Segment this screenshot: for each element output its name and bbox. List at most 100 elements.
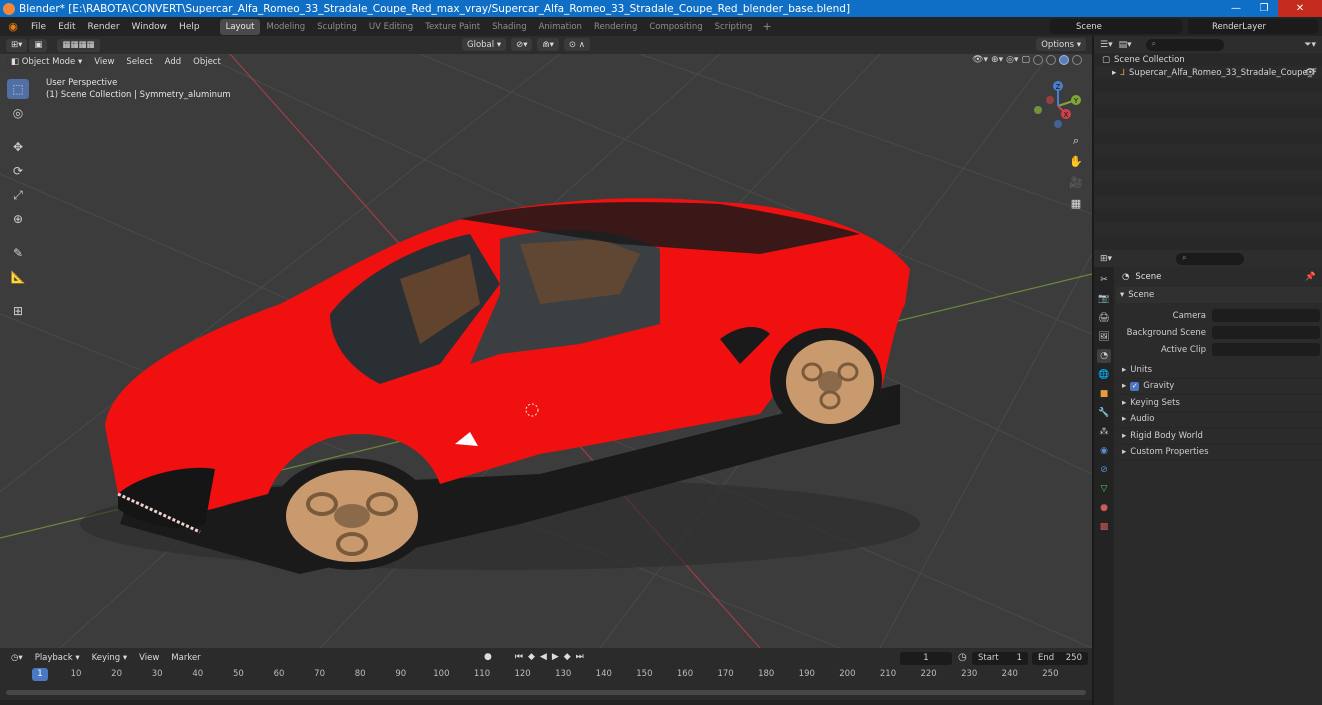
tab-uv-editing[interactable]: UV Editing	[363, 19, 419, 35]
menu-edit[interactable]: Edit	[52, 22, 81, 32]
rotate-tool-icon[interactable]: ⟳	[7, 161, 29, 181]
maximize-button[interactable]: ❐	[1250, 0, 1278, 17]
visibility-eye-icon[interactable]: 👁	[1305, 68, 1316, 78]
frame-ruler[interactable]: 10 20 30 40 50 60 70 80 90 100 110 120 130 140 150 160 1…	[0, 668, 1092, 682]
tab-shading[interactable]: Shading	[486, 19, 533, 35]
menu-select[interactable]: Select	[121, 56, 157, 69]
car-model[interactable]	[0, 54, 1092, 648]
camera-field[interactable]	[1212, 309, 1320, 322]
material-shading-icon[interactable]	[1059, 55, 1069, 65]
keying-sets-panel[interactable]: ▸ Keying Sets	[1116, 395, 1322, 412]
tab-modeling[interactable]: Modeling	[260, 19, 311, 35]
rigid-body-world-panel[interactable]: ▸ Rigid Body World	[1116, 428, 1322, 445]
measure-tool-icon[interactable]: 📐	[7, 267, 29, 287]
move-tool-icon[interactable]: ✥	[7, 137, 29, 157]
prev-keyframe-icon[interactable]: ◆	[528, 652, 535, 662]
transform-tool-icon[interactable]: ⊕	[7, 209, 29, 229]
menu-help[interactable]: Help	[173, 22, 206, 32]
units-panel[interactable]: ▸ Units	[1116, 362, 1322, 379]
minimize-button[interactable]: —	[1222, 0, 1250, 17]
tab-scripting[interactable]: Scripting	[709, 19, 759, 35]
object-tab-icon[interactable]: ■	[1097, 387, 1111, 401]
solid-shading-icon[interactable]	[1046, 55, 1056, 65]
play-icon[interactable]: ▶	[552, 652, 559, 662]
tab-animation[interactable]: Animation	[533, 19, 588, 35]
timeline-scrollbar[interactable]	[6, 690, 1086, 695]
world-tab-icon[interactable]: 🌐	[1097, 368, 1111, 382]
wireframe-shading-icon[interactable]	[1033, 55, 1043, 65]
gravity-panel[interactable]: ▸ ✓ Gravity	[1116, 379, 1322, 395]
navigation-gizmo[interactable]: Y Z X	[1030, 80, 1086, 132]
menu-keying[interactable]: Keying ▾	[87, 652, 133, 665]
pin-icon[interactable]: 📌	[1305, 272, 1316, 282]
camera-view-icon[interactable]: 🎥	[1067, 176, 1085, 191]
properties-editor-icon[interactable]: ⊞▾	[1100, 254, 1112, 264]
tool-tab-icon[interactable]: ✂	[1097, 273, 1111, 287]
visibility-icon[interactable]: 👁▾	[972, 55, 988, 65]
particles-tab-icon[interactable]: ⁂	[1097, 425, 1111, 439]
physics-tab-icon[interactable]: ◉	[1097, 444, 1111, 458]
overlay-icon[interactable]: ◎▾	[1006, 55, 1018, 65]
pan-hand-icon[interactable]: ✋	[1067, 155, 1085, 170]
menu-file[interactable]: File	[25, 22, 52, 32]
end-frame-field[interactable]: End 250	[1032, 652, 1088, 665]
output-tab-icon[interactable]: 🖨	[1097, 311, 1111, 325]
xray-icon[interactable]: ▢	[1021, 55, 1030, 65]
menu-window[interactable]: Window	[126, 22, 174, 32]
close-button[interactable]: ✕	[1278, 0, 1322, 17]
transform-orientation-dropdown[interactable]: Global ▾	[462, 38, 507, 51]
gizmo-icon[interactable]: ⊕▾	[991, 55, 1003, 65]
tab-layout[interactable]: Layout	[219, 18, 261, 35]
selection-modes-icon[interactable]: ▦▦▦▦	[57, 38, 100, 52]
next-keyframe-icon[interactable]: ◆	[564, 652, 571, 662]
view-layer-tab-icon[interactable]: 🖼	[1097, 330, 1111, 344]
pivot-point-icon[interactable]: ⊘▾	[511, 38, 533, 51]
texture-tab-icon[interactable]: ▩	[1097, 520, 1111, 534]
start-frame-field[interactable]: Start 1	[972, 652, 1028, 665]
menu-render[interactable]: Render	[82, 22, 126, 32]
scene-selector[interactable]: Scene	[1050, 19, 1182, 34]
data-tab-icon[interactable]: ▽	[1097, 482, 1111, 496]
mode-dropdown[interactable]: ◧ Object Mode ▾	[6, 55, 88, 69]
editor-type-icon[interactable]: ⊞▾	[6, 38, 28, 52]
current-frame-marker[interactable]: 1	[32, 668, 48, 681]
proportional-edit-icon[interactable]: ⊙ ∧	[563, 38, 590, 51]
tab-sculpting[interactable]: Sculpting	[311, 19, 363, 35]
gravity-checkbox[interactable]: ✓	[1130, 381, 1140, 391]
annotate-tool-icon[interactable]: ✎	[7, 243, 29, 263]
jump-start-icon[interactable]: ⏮	[515, 652, 523, 662]
render-tab-icon[interactable]: 📷	[1097, 292, 1111, 306]
constraints-tab-icon[interactable]: ⊘	[1097, 463, 1111, 477]
modifier-tab-icon[interactable]: 🔧	[1097, 406, 1111, 420]
jump-end-icon[interactable]: ⏭	[576, 652, 584, 662]
audio-panel[interactable]: ▸ Audio	[1116, 412, 1322, 428]
menu-add[interactable]: Add	[160, 56, 186, 69]
outliner-editor-icon[interactable]: ☰▾	[1100, 40, 1113, 50]
add-cube-tool-icon[interactable]: ⊞	[7, 301, 29, 321]
outliner-scene-collection[interactable]: ▢ Scene Collection	[1094, 53, 1322, 66]
3d-viewport[interactable]	[0, 54, 1092, 648]
scale-tool-icon[interactable]: ⤢	[7, 185, 29, 205]
expand-chevron-icon[interactable]: ▸	[1112, 68, 1116, 78]
timeline-editor-icon[interactable]: ◷▾	[6, 652, 28, 665]
rendered-shading-icon[interactable]	[1072, 55, 1082, 65]
play-reverse-icon[interactable]: ◀	[540, 652, 547, 662]
select-mode-icon[interactable]: ▣	[29, 38, 48, 52]
clock-icon[interactable]: ◷	[958, 652, 967, 663]
tab-texture-paint[interactable]: Texture Paint	[419, 19, 486, 35]
menu-playback[interactable]: Playback ▾	[30, 652, 85, 665]
blender-logo-icon[interactable]: ◉	[6, 20, 20, 34]
material-tab-icon[interactable]: ●	[1097, 501, 1111, 515]
filter-icon[interactable]: ⏷▾	[1304, 40, 1316, 50]
background-scene-field[interactable]	[1212, 326, 1320, 339]
add-workspace-icon[interactable]: +	[762, 20, 771, 33]
current-frame-field[interactable]: 1	[900, 652, 952, 665]
ortho-grid-icon[interactable]: ▦	[1067, 197, 1085, 212]
scene-tab-icon[interactable]: ◔	[1097, 349, 1111, 363]
record-icon[interactable]: ●	[484, 652, 492, 662]
active-clip-field[interactable]	[1212, 343, 1320, 356]
menu-timeline-view[interactable]: View	[134, 652, 164, 665]
snap-icon[interactable]: ⋒▾	[537, 38, 559, 51]
options-dropdown[interactable]: Options ▾	[1036, 38, 1086, 51]
custom-properties-panel[interactable]: ▸ Custom Properties	[1116, 445, 1322, 461]
